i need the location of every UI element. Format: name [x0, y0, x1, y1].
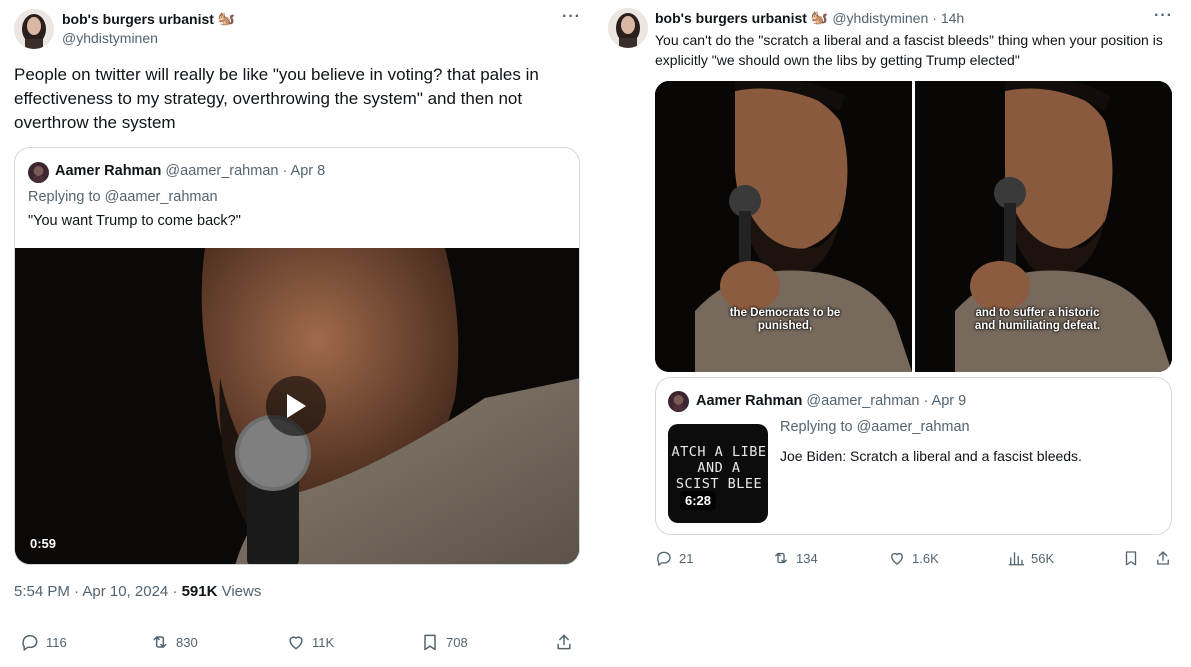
right-tweet: bob's burgers urbanist 🐿️ @yhdistyminen …	[596, 0, 1191, 667]
bookmark-count: 708	[446, 634, 468, 650]
quote-replying-to[interactable]: Replying to @aamer_rahman	[780, 419, 970, 435]
like-count: 11K	[312, 634, 335, 650]
retweet-button[interactable]: 134	[772, 549, 818, 567]
tweet-timestamp-row: 5:54 PM · Apr 10, 2024 · 591K Views	[14, 583, 261, 600]
share-icon	[1157, 551, 1169, 565]
reply-count: 21	[679, 550, 694, 566]
author-handle[interactable]: @yhdistyminen	[832, 10, 928, 26]
views-count: 56K	[1031, 550, 1055, 566]
thumb-text-line-2: AND A	[697, 460, 741, 476]
heart-icon	[891, 552, 903, 565]
reply-count: 116	[46, 634, 67, 650]
quote-date: · Apr 9	[923, 393, 967, 409]
author-handle[interactable]: @yhdistyminen	[62, 30, 158, 46]
author-name-row[interactable]: bob's burgers urbanist 🐿️	[62, 10, 235, 27]
media-image-right[interactable]: and to suffer a historic and humiliating…	[915, 81, 1172, 372]
quote-author-name: Aamer Rahman	[55, 163, 162, 179]
retweet-icon	[775, 552, 787, 564]
quote-author-avatar	[668, 391, 689, 412]
video-duration: 6:28	[680, 491, 717, 510]
tweet-timestamp[interactable]: 5:54 PM · Apr 10, 2024 ·	[14, 583, 182, 600]
views-button[interactable]: 56K	[1007, 549, 1054, 567]
tweet-text: People on twitter will really be like "y…	[14, 65, 539, 132]
retweet-count: 830	[176, 634, 198, 650]
squirrel-icon: 🐿️	[810, 9, 829, 25]
more-options-icon[interactable]: ···	[562, 8, 581, 26]
media-caption-right: and to suffer a historic and humiliating…	[974, 307, 1101, 332]
media-image-left[interactable]: the Democrats to be punished,	[655, 81, 912, 372]
quote-text: "You want Trump to come back?"	[28, 213, 241, 229]
share-button[interactable]	[554, 632, 574, 652]
reply-button[interactable]: 116	[20, 632, 67, 652]
author-avatar[interactable]	[14, 9, 54, 49]
left-tweet: bob's burgers urbanist 🐿️ @yhdistyminen …	[0, 0, 596, 667]
retweet-icon	[153, 636, 167, 648]
reply-icon	[22, 635, 38, 651]
quote-author-handle: @aamer_rahman	[806, 393, 920, 409]
quoted-tweet[interactable]: Aamer Rahman @aamer_rahman · Apr 9 ATCH …	[655, 377, 1172, 535]
author-name[interactable]: bob's burgers urbanist	[655, 10, 807, 26]
quote-video-thumbnail[interactable]: ATCH A LIBE AND A SCIST BLEE 6:28	[668, 424, 768, 523]
quote-author-handle: @aamer_rahman	[165, 163, 279, 179]
tweet-media[interactable]: the Democrats to be punished, and to suf…	[655, 81, 1172, 372]
quote-author-name: Aamer Rahman	[696, 393, 803, 409]
reply-button[interactable]: 21	[655, 549, 693, 567]
bookmark-icon	[424, 634, 436, 651]
quote-author-avatar	[28, 162, 49, 183]
quoted-tweet[interactable]: Aamer Rahman @aamer_rahman · Apr 8 Reply…	[14, 147, 580, 565]
quote-text: Joe Biden: Scratch a liberal and a fasci…	[780, 448, 1082, 464]
quote-replying-to[interactable]: Replying to @aamer_rahman	[28, 189, 218, 205]
analytics-icon	[1008, 552, 1025, 566]
tweet-text: You can't do the "scratch a liberal and …	[655, 32, 1163, 68]
thumb-text-line-3: SCIST BLEE	[675, 476, 763, 492]
author-avatar[interactable]	[608, 8, 648, 48]
retweet-button[interactable]: 830	[150, 632, 198, 652]
tweet-time[interactable]: · 14h	[932, 10, 964, 26]
bookmark-icon	[1125, 551, 1137, 566]
views-label: Views	[217, 583, 262, 600]
share-button[interactable]	[1154, 549, 1172, 567]
share-icon	[557, 634, 571, 650]
author-name-row[interactable]: bob's burgers urbanist 🐿️ @yhdistyminen …	[655, 9, 964, 26]
quote-date: · Apr 8	[282, 163, 326, 179]
thumb-text-line-1: ATCH A LIBE	[671, 444, 767, 460]
retweet-count: 134	[796, 550, 818, 566]
like-button[interactable]: 1.6K	[888, 549, 939, 567]
squirrel-icon: 🐿️	[217, 10, 236, 26]
play-icon[interactable]	[266, 376, 326, 436]
more-options-icon[interactable]: ···	[1154, 7, 1173, 25]
video-duration: 0:59	[30, 536, 57, 551]
views-count: 591K	[181, 583, 218, 600]
heart-icon	[289, 636, 303, 650]
bookmark-button[interactable]	[1122, 549, 1140, 567]
media-caption-left: the Democrats to be punished,	[729, 307, 841, 332]
author-name[interactable]: bob's burgers urbanist	[62, 11, 214, 27]
like-button[interactable]: 11K	[286, 632, 334, 652]
reply-icon	[657, 551, 671, 566]
bookmark-button[interactable]: 708	[420, 632, 468, 652]
like-count: 1.6K	[912, 550, 939, 566]
quote-video[interactable]: 0:59	[15, 248, 579, 564]
